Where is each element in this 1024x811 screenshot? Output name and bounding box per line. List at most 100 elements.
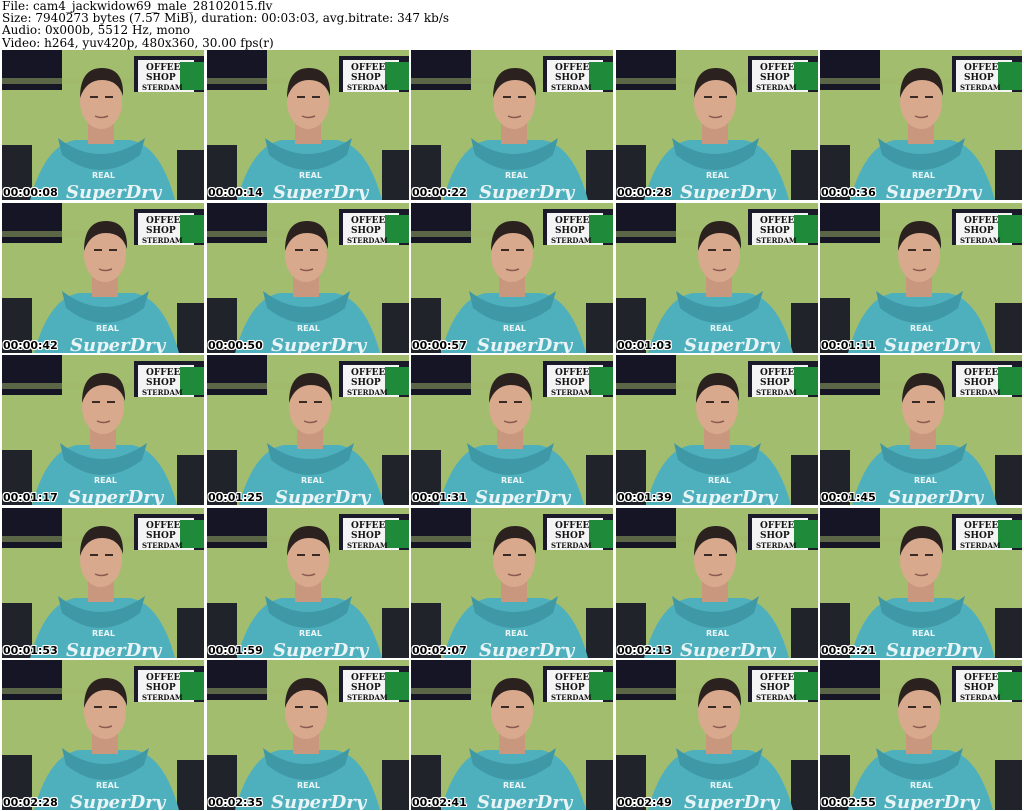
video-frame-image: OFFEE SHOP STERDAM REAL SuperDry <box>411 203 613 353</box>
video-thumbnail: OFFEE SHOP STERDAM REAL SuperDry 00:01:3… <box>411 355 613 505</box>
hoodie-text-top: REAL <box>503 781 526 790</box>
hoodie-text-top: REAL <box>910 324 933 333</box>
hoodie-text-main: SuperDry <box>479 182 576 200</box>
video-frame-image: OFFEE SHOP STERDAM REAL SuperDry <box>2 50 204 200</box>
sign-text-2: SHOP <box>351 226 381 236</box>
sign-text-2: SHOP <box>760 683 790 693</box>
video-thumbnail: OFFEE SHOP STERDAM REAL SuperDry 00:01:1… <box>820 203 1022 353</box>
hoodie-text-top: REAL <box>505 629 528 638</box>
sign-text-3: STERDAM <box>142 388 183 397</box>
sign-text-1: OFFEE <box>146 368 180 378</box>
video-thumbnail: OFFEE SHOP STERDAM REAL SuperDry 00:01:0… <box>616 203 818 353</box>
sign-text-3: STERDAM <box>142 541 183 550</box>
hoodie-text-main: SuperDry <box>271 335 368 353</box>
video-frame-image: OFFEE SHOP STERDAM REAL SuperDry <box>2 203 204 353</box>
video-frame-image: OFFEE SHOP STERDAM REAL SuperDry <box>2 355 204 505</box>
sign-text-3: STERDAM <box>960 541 1001 550</box>
video-frame-image: OFFEE SHOP STERDAM REAL SuperDry <box>820 203 1022 353</box>
video-thumbnail: OFFEE SHOP STERDAM REAL SuperDry 00:00:2… <box>411 50 613 200</box>
thumbnail-timestamp: 00:00:36 <box>821 186 876 199</box>
hoodie-text-main: SuperDry <box>475 487 572 505</box>
video-thumbnail: OFFEE SHOP STERDAM REAL SuperDry 00:00:1… <box>207 50 409 200</box>
sign-text-3: STERDAM <box>960 83 1001 92</box>
hoodie-text-top: REAL <box>708 476 731 485</box>
sign-text-1: OFFEE <box>555 521 589 531</box>
sign-text-1: OFFEE <box>964 521 998 531</box>
sign-text-3: STERDAM <box>347 83 388 92</box>
thumbnail-timestamp: 00:00:28 <box>617 186 672 199</box>
sign-text-3: STERDAM <box>142 83 183 92</box>
hoodie-text-top: REAL <box>92 629 115 638</box>
thumbnail-timestamp: 00:01:53 <box>3 644 58 657</box>
sign-text-2: SHOP <box>351 73 381 83</box>
sign-text-1: OFFEE <box>760 673 794 683</box>
sign-text-2: SHOP <box>351 531 381 541</box>
thumbnail-timestamp: 00:01:03 <box>617 339 672 352</box>
sign-text-3: STERDAM <box>551 388 592 397</box>
thumbnail-timestamp: 00:00:42 <box>3 339 58 352</box>
hoodie-text-main: SuperDry <box>684 792 781 810</box>
audio-info-line: Audio: 0x000b, 5512 Hz, mono <box>2 23 190 38</box>
sign-text-3: STERDAM <box>756 83 797 92</box>
thumbnail-timestamp: 00:01:45 <box>821 491 876 504</box>
video-thumbnail: OFFEE SHOP STERDAM REAL SuperDry 00:02:2… <box>820 508 1022 658</box>
video-frame-image: OFFEE SHOP STERDAM REAL SuperDry <box>616 355 818 505</box>
sign-text-2: SHOP <box>964 73 994 83</box>
hoodie-text-top: REAL <box>912 629 935 638</box>
hoodie-text-main: SuperDry <box>888 487 985 505</box>
thumbnail-timestamp: 00:00:08 <box>3 186 58 199</box>
video-frame-image: OFFEE SHOP STERDAM REAL SuperDry <box>207 660 409 810</box>
sign-text-1: OFFEE <box>964 368 998 378</box>
video-thumbnail: OFFEE SHOP STERDAM REAL SuperDry 00:00:2… <box>616 50 818 200</box>
video-frame-image: OFFEE SHOP STERDAM REAL SuperDry <box>820 355 1022 505</box>
thumbnail-timestamp: 00:01:25 <box>208 491 263 504</box>
hoodie-text-top: REAL <box>710 781 733 790</box>
sign-text-2: SHOP <box>146 531 176 541</box>
thumbnail-timestamp: 00:00:22 <box>412 186 467 199</box>
thumbnail-timestamp: 00:02:13 <box>617 644 672 657</box>
video-thumbnail: OFFEE SHOP STERDAM REAL SuperDry 00:02:1… <box>616 508 818 658</box>
sign-text-2: SHOP <box>555 531 585 541</box>
sign-text-1: OFFEE <box>760 521 794 531</box>
hoodie-text-top: REAL <box>501 476 524 485</box>
sign-text-3: STERDAM <box>756 541 797 550</box>
hoodie-text-main: SuperDry <box>477 335 574 353</box>
hoodie-text-main: SuperDry <box>682 487 779 505</box>
sign-text-1: OFFEE <box>555 673 589 683</box>
hoodie-text-main: SuperDry <box>477 792 574 810</box>
sign-text-2: SHOP <box>760 531 790 541</box>
hoodie-text-main: SuperDry <box>66 182 163 200</box>
hoodie-text-top: REAL <box>92 171 115 180</box>
sign-text-2: SHOP <box>760 378 790 388</box>
video-frame-image: OFFEE SHOP STERDAM REAL SuperDry <box>616 203 818 353</box>
sign-text-3: STERDAM <box>347 693 388 702</box>
video-frame-image: OFFEE SHOP STERDAM REAL SuperDry <box>616 50 818 200</box>
video-thumbnail: OFFEE SHOP STERDAM REAL SuperDry 00:01:1… <box>2 355 204 505</box>
thumbnail-timestamp: 00:00:57 <box>412 339 467 352</box>
hoodie-text-main: SuperDry <box>479 640 576 658</box>
hoodie-text-main: SuperDry <box>886 640 983 658</box>
sign-text-1: OFFEE <box>351 216 385 226</box>
thumbnail-timestamp: 00:02:07 <box>412 644 467 657</box>
thumbnail-timestamp: 00:02:41 <box>412 796 467 809</box>
hoodie-text-main: SuperDry <box>884 792 981 810</box>
video-frame-image: OFFEE SHOP STERDAM REAL SuperDry <box>2 508 204 658</box>
thumbnail-timestamp: 00:01:39 <box>617 491 672 504</box>
hoodie-text-main: SuperDry <box>70 792 167 810</box>
sign-text-1: OFFEE <box>146 216 180 226</box>
sign-text-2: SHOP <box>964 226 994 236</box>
video-thumbnail: OFFEE SHOP STERDAM REAL SuperDry 00:00:3… <box>820 50 1022 200</box>
video-thumbnail: OFFEE SHOP STERDAM REAL SuperDry 00:00:5… <box>207 203 409 353</box>
video-frame-image: OFFEE SHOP STERDAM REAL SuperDry <box>820 508 1022 658</box>
video-thumbnail: OFFEE SHOP STERDAM REAL SuperDry 00:01:5… <box>2 508 204 658</box>
sign-text-1: OFFEE <box>555 216 589 226</box>
sign-text-3: STERDAM <box>142 693 183 702</box>
video-thumbnail: OFFEE SHOP STERDAM REAL SuperDry 00:00:5… <box>411 203 613 353</box>
hoodie-text-top: REAL <box>297 324 320 333</box>
hoodie-text-main: SuperDry <box>70 335 167 353</box>
hoodie-text-top: REAL <box>706 171 729 180</box>
thumbnail-timestamp: 00:00:50 <box>208 339 263 352</box>
video-thumbnail: OFFEE SHOP STERDAM REAL SuperDry 00:01:3… <box>616 355 818 505</box>
video-thumbnail: OFFEE SHOP STERDAM REAL SuperDry 00:01:5… <box>207 508 409 658</box>
thumbnail-timestamp: 00:02:35 <box>208 796 263 809</box>
